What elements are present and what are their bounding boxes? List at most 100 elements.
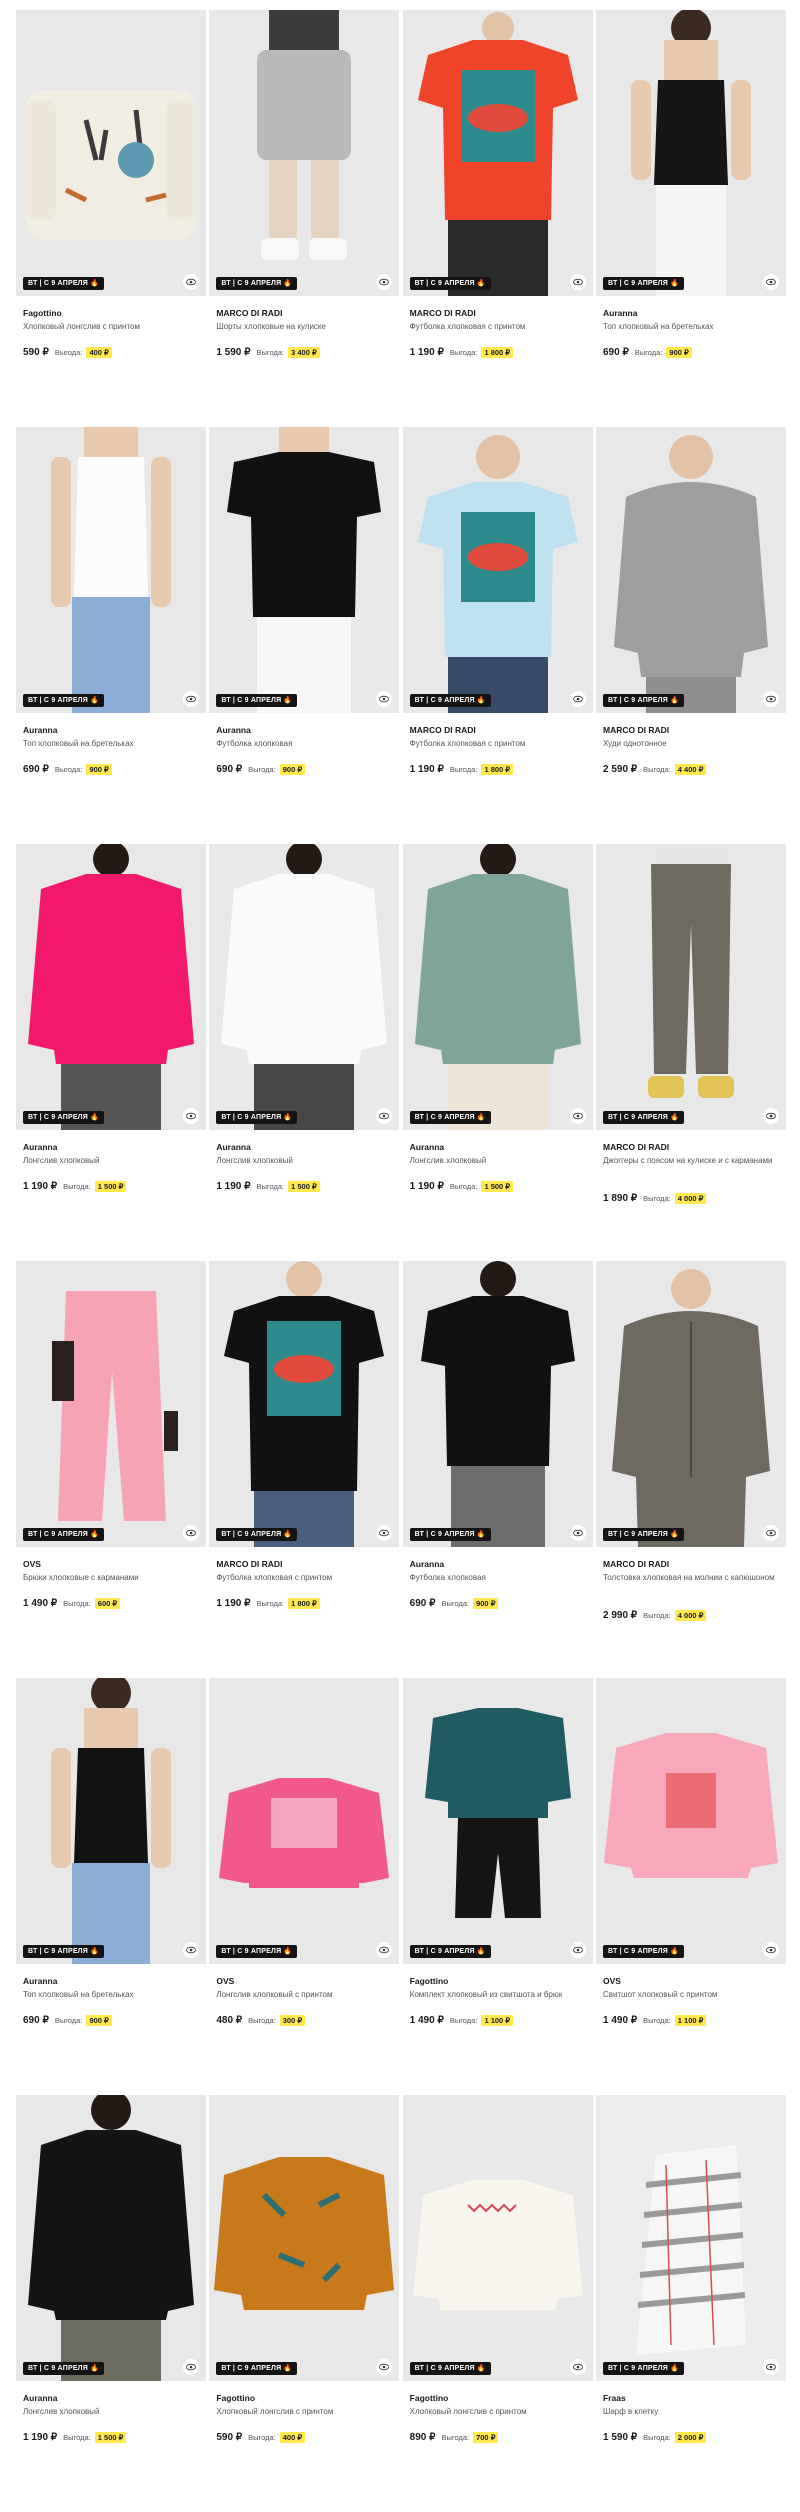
eye-icon[interactable] [183, 2359, 199, 2375]
product-name[interactable]: Футболка хлопковая [410, 1572, 586, 1583]
product-brand: MARCO DI RADI [409, 725, 476, 735]
product-name[interactable]: Топ хлопковый на бретельках [603, 321, 779, 332]
product-card[interactable]: ВТ | С 9 АПРЕЛЯ 🔥 Auranna Лонгслив хлопко… [16, 844, 206, 1261]
product-name[interactable]: Хлопковый лонгслив с принтом [216, 2406, 392, 2417]
eye-icon[interactable] [569, 1942, 586, 1958]
eye-icon[interactable] [569, 1108, 586, 1124]
product-name[interactable]: Лонгслив хлопковый [410, 1155, 586, 1166]
product-card[interactable]: ВТ | С 9 АПРЕЛЯ 🔥 Fagottino Хлопковый лон… [402, 2095, 593, 2512]
product-card[interactable]: ВТ | С 9 АПРЕЛЯ 🔥 MARCO DI RADI Футболка … [402, 427, 593, 844]
product-card[interactable]: ВТ | С 9 АПРЕЛЯ 🔥 MARCO DI RADI Шорты хло… [209, 10, 400, 427]
product-name[interactable]: Шарф в клетку [603, 2406, 779, 2417]
product-card[interactable]: ВТ | С 9 АПРЕЛЯ 🔥 Auranna Футболка хлопко… [209, 427, 400, 844]
product-photo[interactable]: ВТ | С 9 АПРЕЛЯ 🔥 [16, 427, 206, 713]
product-photo[interactable]: ВТ | С 9 АПРЕЛЯ 🔥 [16, 844, 206, 1130]
eye-icon[interactable] [762, 1525, 779, 1541]
product-name[interactable]: Джоггеры с поясом на кулиске и с кармана… [603, 1155, 779, 1166]
product-price: 1 490 ₽ [409, 2015, 444, 2026]
product-photo[interactable]: ВТ | С 9 АПРЕЛЯ 🔥 [595, 2095, 786, 2381]
product-card[interactable]: ВТ | С 9 АПРЕЛЯ 🔥 Auranna Футболка хлопко… [402, 1261, 593, 1678]
product-name[interactable]: Лонгслив хлопковый [23, 1155, 199, 1166]
product-name[interactable]: Футболка хлопковая с принтом [410, 738, 586, 749]
product-photo[interactable]: ВТ | С 9 АПРЕЛЯ 🔥 [16, 1261, 206, 1547]
product-name[interactable]: Футболка хлопковая [216, 738, 392, 749]
product-name[interactable]: Топ хлопковый на бретельках [23, 738, 199, 749]
eye-icon[interactable] [762, 2359, 779, 2375]
eye-icon[interactable] [762, 1108, 779, 1124]
product-photo[interactable]: ВТ | С 9 АПРЕЛЯ 🔥 [209, 2095, 400, 2381]
eye-icon[interactable] [762, 691, 779, 707]
product-photo[interactable]: ВТ | С 9 АПРЕЛЯ 🔥 [595, 427, 786, 713]
product-card[interactable]: ВТ | С 9 АПРЕЛЯ 🔥 Fagottino Хлопковый лон… [209, 2095, 400, 2512]
eye-icon[interactable] [183, 1108, 199, 1124]
product-price: 1 590 ₽ [602, 2432, 638, 2443]
product-photo[interactable]: ВТ | С 9 АПРЕЛЯ 🔥 [402, 427, 593, 713]
product-photo[interactable]: ВТ | С 9 АПРЕЛЯ 🔥 [402, 10, 593, 296]
product-photo[interactable]: ВТ | С 9 АПРЕЛЯ 🔥 [402, 1678, 593, 1964]
product-name[interactable]: Хлопковый лонгслив с принтом [410, 2406, 586, 2417]
product-card[interactable]: ВТ | С 9 АПРЕЛЯ 🔥 MARCO DI RADI Джоггеры … [595, 844, 786, 1261]
product-name[interactable]: Лонгслив хлопковый с принтом [216, 1989, 392, 2000]
product-photo[interactable]: ВТ | С 9 АПРЕЛЯ 🔥 [595, 1261, 786, 1547]
product-card[interactable]: ВТ | С 9 АПРЕЛЯ 🔥 MARCO DI RADI Футболка … [209, 1261, 400, 1678]
product-photo[interactable]: ВТ | С 9 АПРЕЛЯ 🔥 [209, 1678, 400, 1964]
product-photo[interactable]: ВТ | С 9 АПРЕЛЯ 🔥 [595, 10, 786, 296]
product-photo[interactable]: ВТ | С 9 АПРЕЛЯ 🔥 [209, 1261, 400, 1547]
product-card[interactable]: ВТ | С 9 АПРЕЛЯ 🔥 MARCO DI RADI Худи одно… [595, 427, 786, 844]
product-card[interactable]: ВТ | С 9 АПРЕЛЯ 🔥 MARCO DI RADI Футболка … [402, 10, 593, 427]
product-name[interactable]: Шорты хлопковые на кулиске [216, 321, 392, 332]
product-card[interactable]: ВТ | С 9 АПРЕЛЯ 🔥 OVS Лонгслив хлопковый … [209, 1678, 400, 2095]
product-card[interactable]: ВТ | С 9 АПРЕЛЯ 🔥 Auranna Топ хлопковый н… [16, 427, 206, 844]
benefit-label: Выгода: [643, 765, 671, 774]
product-card[interactable]: ВТ | С 9 АПРЕЛЯ 🔥 Fagottino Хлопковый лон… [16, 10, 206, 427]
eye-icon[interactable] [183, 691, 199, 707]
saving-badge: 1 500 ₽ [94, 2432, 127, 2443]
product-photo[interactable]: ВТ | С 9 АПРЕЛЯ 🔥 [16, 1678, 206, 1964]
product-name[interactable]: Комплект хлопковый из свитшота и брюк [410, 1989, 586, 2000]
product-photo[interactable]: ВТ | С 9 АПРЕЛЯ 🔥 [209, 10, 400, 296]
product-photo[interactable]: ВТ | С 9 АПРЕЛЯ 🔥 [595, 844, 786, 1130]
eye-icon[interactable] [183, 1942, 199, 1958]
product-name[interactable]: Лонгслив хлопковый [216, 1155, 392, 1166]
product-name[interactable]: Толстовка хлопковая на молнии с капюшоно… [603, 1572, 779, 1583]
product-name[interactable]: Худи однотонное [603, 738, 779, 749]
product-card[interactable]: ВТ | С 9 АПРЕЛЯ 🔥 Fagottino Комплект хлоп… [402, 1678, 593, 2095]
product-photo[interactable]: ВТ | С 9 АПРЕЛЯ 🔥 [402, 1261, 593, 1547]
eye-icon[interactable] [183, 274, 199, 290]
eye-icon[interactable] [183, 1525, 199, 1541]
eye-icon[interactable] [762, 1942, 779, 1958]
product-card[interactable]: ВТ | С 9 АПРЕЛЯ 🔥 Auranna Лонгслив хлопко… [402, 844, 593, 1261]
product-name[interactable]: Футболка хлопковая с принтом [216, 1572, 392, 1583]
benefit-label: Выгода: [643, 1611, 671, 1620]
product-photo[interactable]: ВТ | С 9 АПРЕЛЯ 🔥 [16, 10, 206, 296]
product-photo[interactable]: ВТ | С 9 АПРЕЛЯ 🔥 [595, 1678, 786, 1964]
product-name[interactable]: Свитшот хлопковый с принтом [603, 1989, 779, 2000]
product-photo[interactable]: ВТ | С 9 АПРЕЛЯ 🔥 [209, 427, 400, 713]
product-photo[interactable]: ВТ | С 9 АПРЕЛЯ 🔥 [402, 2095, 593, 2381]
product-card[interactable]: ВТ | С 9 АПРЕЛЯ 🔥 MARCO DI RADI Толстовка… [595, 1261, 786, 1678]
product-name[interactable]: Топ хлопковый на бретельках [23, 1989, 199, 2000]
saving-badge: 1 800 ₽ [288, 1598, 320, 1609]
eye-icon[interactable] [569, 1525, 586, 1541]
product-brand: OVS [216, 1976, 235, 1986]
product-photo[interactable]: ВТ | С 9 АПРЕЛЯ 🔥 [402, 844, 593, 1130]
product-card[interactable]: ВТ | С 9 АПРЕЛЯ 🔥 Auranna Лонгслив хлопко… [16, 2095, 206, 2512]
product-name[interactable]: Брюки хлопковые с карманами [23, 1572, 199, 1583]
product-card[interactable]: ВТ | С 9 АПРЕЛЯ 🔥 Auranna Топ хлопковый н… [595, 10, 786, 427]
eye-icon[interactable] [569, 691, 586, 707]
product-photo[interactable]: ВТ | С 9 АПРЕЛЯ 🔥 [16, 2095, 206, 2381]
eye-icon[interactable] [762, 274, 779, 290]
product-card[interactable]: ВТ | С 9 АПРЕЛЯ 🔥 Fraas Шарф в клетку 1 5… [595, 2095, 786, 2512]
product-name[interactable]: Футболка хлопковая с принтом [410, 321, 586, 332]
product-card[interactable]: ВТ | С 9 АПРЕЛЯ 🔥 Auranna Топ хлопковый н… [16, 1678, 206, 2095]
product-photo[interactable]: ВТ | С 9 АПРЕЛЯ 🔥 [209, 844, 400, 1130]
price-row: 590 ₽ Выгода: 400 ₽ [216, 2432, 306, 2443]
product-card[interactable]: ВТ | С 9 АПРЕЛЯ 🔥 Auranna Лонгслив хлопко… [209, 844, 400, 1261]
product-price: 590 ₽ [216, 2432, 243, 2443]
product-name[interactable]: Лонгслив хлопковый [23, 2406, 199, 2417]
eye-icon[interactable] [569, 2359, 586, 2375]
product-card[interactable]: ВТ | С 9 АПРЕЛЯ 🔥 OVS Брюки хлопковые с к… [16, 1261, 206, 1678]
product-card[interactable]: ВТ | С 9 АПРЕЛЯ 🔥 OVS Свитшот хлопковый с… [595, 1678, 786, 2095]
product-name[interactable]: Хлопковый лонгслив с принтом [23, 321, 199, 332]
eye-icon[interactable] [569, 274, 586, 290]
